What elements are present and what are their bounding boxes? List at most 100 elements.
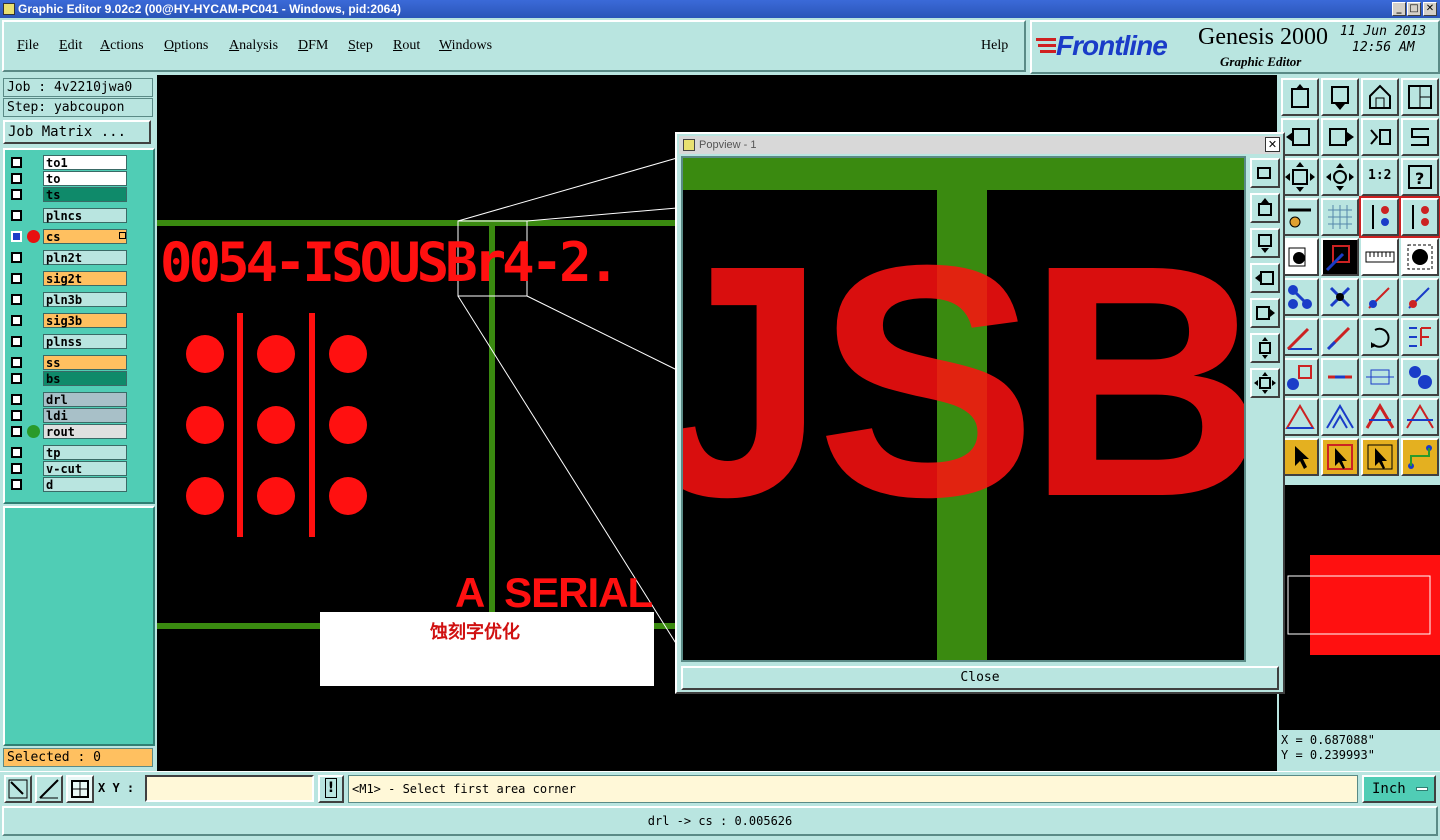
measure-line-icon[interactable] <box>35 775 63 803</box>
tool-button[interactable] <box>1321 358 1359 396</box>
popview-left-icon[interactable] <box>1250 263 1280 293</box>
units-dropdown[interactable]: Inch <box>1362 775 1436 803</box>
layer-row-active[interactable]: cs <box>9 229 127 244</box>
snap-alt-icon[interactable] <box>1399 196 1440 238</box>
select-icon[interactable] <box>1281 238 1319 276</box>
tool-button[interactable] <box>1321 278 1359 316</box>
pan-icon[interactable] <box>1321 158 1359 196</box>
layer-row[interactable]: bs <box>9 371 127 386</box>
pointer-icon[interactable] <box>1281 438 1319 476</box>
tool-button[interactable] <box>1281 278 1319 316</box>
zoom-area-icon[interactable] <box>4 775 32 803</box>
tool-button[interactable] <box>1401 358 1439 396</box>
tool-button[interactable] <box>1401 118 1439 156</box>
layer-checkbox[interactable] <box>11 426 22 437</box>
layer-row[interactable]: sig2t <box>9 271 127 286</box>
layer-checkbox[interactable] <box>11 463 22 474</box>
layer-row[interactable]: ts <box>9 187 127 202</box>
pointer-net-icon[interactable] <box>1401 438 1439 476</box>
palette-icon[interactable] <box>1281 198 1319 236</box>
layer-checkbox[interactable] <box>11 479 22 490</box>
layer-checkbox[interactable] <box>11 315 22 326</box>
overview-map[interactable] <box>1279 485 1440 730</box>
window-close-button[interactable]: ✕ <box>1423 2 1437 16</box>
layer-row[interactable]: tp <box>9 445 127 460</box>
layer-checkbox[interactable] <box>11 357 22 368</box>
layer-row[interactable]: ldi <box>9 408 127 423</box>
scale-icon[interactable]: 1:2 <box>1361 158 1399 196</box>
popview-canvas[interactable]: JSB <box>681 156 1246 662</box>
layer-row[interactable]: sig3b <box>9 313 127 328</box>
grid-icon[interactable] <box>1321 198 1359 236</box>
menu-analysis[interactable]: Analysis <box>229 38 278 54</box>
tool-button[interactable] <box>1321 118 1359 156</box>
minimize-button[interactable]: _ <box>1392 2 1406 16</box>
menu-actions[interactable]: Actions <box>100 38 144 54</box>
menu-edit[interactable]: Edit <box>59 38 82 54</box>
home-icon[interactable] <box>1361 78 1399 116</box>
menu-file[interactable]: File <box>17 38 39 54</box>
tool-button[interactable] <box>1321 78 1359 116</box>
pad-icon[interactable] <box>1401 238 1439 276</box>
tool-button[interactable] <box>1361 278 1399 316</box>
layer-row[interactable]: v-cut <box>9 461 127 476</box>
tool-button[interactable] <box>1281 358 1319 396</box>
layer-row[interactable]: rout <box>9 424 127 439</box>
grid-snap-icon[interactable] <box>66 775 94 803</box>
layer-row[interactable]: to1 <box>9 155 127 170</box>
layer-checkbox[interactable] <box>11 173 22 184</box>
window-layout-icon[interactable] <box>1401 78 1439 116</box>
popview-close-icon[interactable]: ✕ <box>1265 137 1280 152</box>
menu-windows[interactable]: Windows <box>439 38 492 54</box>
layer-row[interactable]: plncs <box>9 208 127 223</box>
layer-row[interactable]: ss <box>9 355 127 370</box>
tool-button[interactable] <box>1401 398 1439 436</box>
layer-checkbox[interactable] <box>11 231 22 242</box>
snap-icon[interactable] <box>1359 196 1401 238</box>
xy-input[interactable] <box>145 775 314 802</box>
help-icon[interactable]: ? <box>1401 158 1439 196</box>
layer-row[interactable]: plnss <box>9 334 127 349</box>
popview-zoom-icon[interactable] <box>1250 158 1280 188</box>
tool-button[interactable] <box>1361 118 1399 156</box>
layer-row[interactable]: pln2t <box>9 250 127 265</box>
layer-checkbox[interactable] <box>11 189 22 200</box>
tool-button[interactable] <box>1281 318 1319 356</box>
layer-checkbox[interactable] <box>11 210 22 221</box>
maximize-button[interactable]: □ <box>1407 2 1421 16</box>
layer-checkbox[interactable] <box>11 273 22 284</box>
layer-row[interactable]: to <box>9 171 127 186</box>
popview-fit-icon[interactable] <box>1250 333 1280 363</box>
draw-icon[interactable] <box>1321 238 1359 276</box>
layer-row[interactable]: drl <box>9 392 127 407</box>
rotate-icon[interactable] <box>1361 318 1399 356</box>
tool-button[interactable] <box>1321 398 1359 436</box>
menu-dfm[interactable]: DFM <box>298 38 328 54</box>
layer-checkbox[interactable] <box>11 373 22 384</box>
pointer-box-icon[interactable] <box>1321 438 1359 476</box>
layer-checkbox[interactable] <box>11 410 22 421</box>
layer-checkbox[interactable] <box>11 447 22 458</box>
menu-options[interactable]: Options <box>164 38 208 54</box>
layer-checkbox[interactable] <box>11 157 22 168</box>
layer-checkbox[interactable] <box>11 252 22 263</box>
tool-button[interactable] <box>1281 78 1319 116</box>
tool-button[interactable] <box>1281 118 1319 156</box>
job-matrix-button[interactable]: Job Matrix ... <box>3 120 151 144</box>
popview-right-icon[interactable] <box>1250 298 1280 328</box>
menu-help[interactable]: Help <box>981 38 1008 54</box>
layer-row[interactable]: d <box>9 477 127 492</box>
tool-button[interactable] <box>1321 318 1359 356</box>
menu-step[interactable]: Step <box>348 38 373 54</box>
measure-icon[interactable] <box>1361 238 1399 276</box>
layer-row[interactable]: pln3b <box>9 292 127 307</box>
popview-close-button[interactable]: Close <box>681 666 1279 690</box>
popview-pan-icon[interactable] <box>1250 368 1280 398</box>
tool-button[interactable] <box>1281 398 1319 436</box>
menu-rout[interactable]: Rout <box>393 38 420 54</box>
tool-button[interactable] <box>1361 398 1399 436</box>
zoom-fit-icon[interactable] <box>1281 158 1319 196</box>
alert-button[interactable]: ! <box>318 775 344 803</box>
layer-checkbox[interactable] <box>11 294 22 305</box>
popview-down-icon[interactable] <box>1250 228 1280 258</box>
